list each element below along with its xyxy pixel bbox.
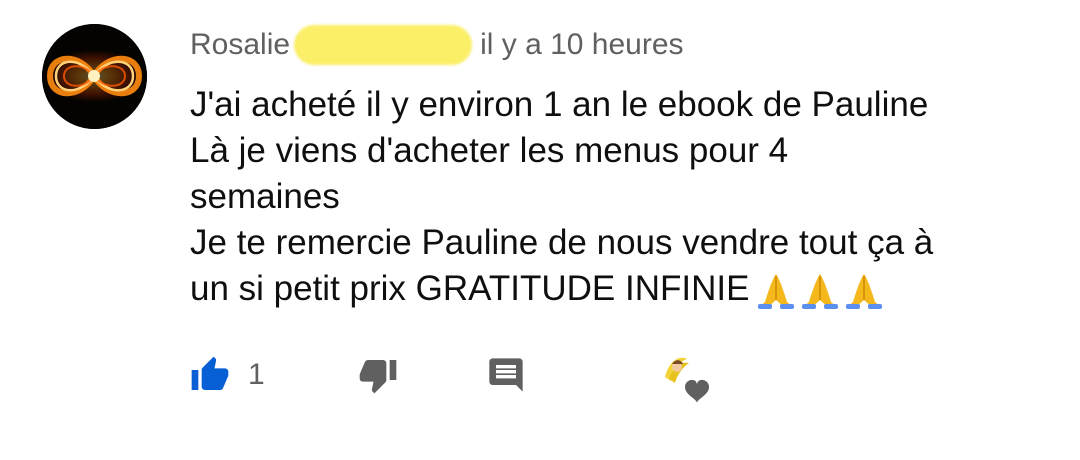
avatar[interactable]: [42, 24, 147, 129]
thumbs-up-icon: [191, 356, 229, 390]
like-count: 1: [248, 358, 265, 391]
comment-line: Là je viens d'acheter les menus pour 4: [190, 131, 789, 170]
comment-line-last: un si petit prix GRATITUDE INFINIE: [190, 266, 1050, 312]
comment-icon: [489, 358, 523, 392]
comment-text: J'ai acheté il y environ 1 an le ebook d…: [190, 82, 1050, 312]
folded-hands-emoji: [846, 273, 883, 309]
creator-heart-badge[interactable]: [655, 347, 711, 403]
thumbs-down-icon: [359, 360, 397, 394]
dislike-button[interactable]: [358, 355, 398, 395]
folded-hands-emoji: [758, 273, 795, 309]
comment-line: un si petit prix GRATITUDE INFINIE: [190, 269, 750, 308]
comment-line: Je te remercie Pauline de nous vendre to…: [190, 223, 934, 262]
redaction-mark: [294, 25, 473, 65]
emoji-group: [755, 270, 887, 312]
timestamp[interactable]: il y a 10 heures: [480, 28, 683, 62]
reply-button[interactable]: [486, 355, 526, 395]
creator-heart-icon: [659, 353, 709, 403]
comment-header: Rosalie il y a 10 heures: [190, 24, 684, 66]
comment-line: J'ai acheté il y environ 1 an le ebook d…: [190, 85, 929, 124]
infinity-fire-icon: [42, 24, 147, 129]
folded-hands-emoji: [802, 273, 839, 309]
comment-line: semaines: [190, 177, 340, 216]
author-name[interactable]: Rosalie: [190, 28, 290, 62]
like-button[interactable]: 1: [190, 355, 265, 395]
